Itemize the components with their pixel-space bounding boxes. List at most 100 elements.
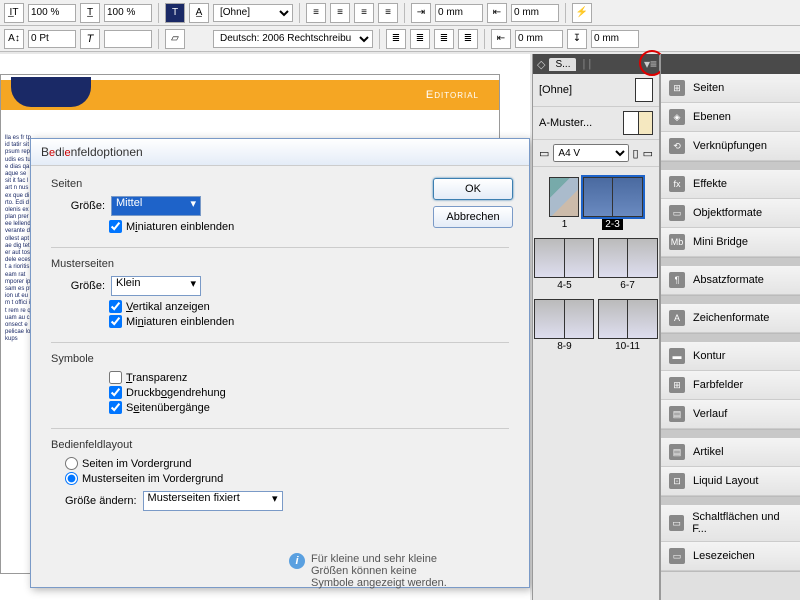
pages-size-select[interactable]: Mittel ▾: [111, 196, 201, 216]
page-size-select[interactable]: A4 V: [553, 144, 628, 162]
dock-icon: ⊡: [669, 473, 685, 489]
dock-item-schaltfl-chen-und-f-[interactable]: ▭ Schaltflächen und F...: [661, 505, 800, 542]
masters-size-select[interactable]: Klein ▾: [111, 276, 201, 296]
resize-label: Größe ändern:: [65, 495, 137, 507]
dock-item-zeichenformate[interactable]: AZeichenformate: [661, 304, 800, 333]
char-width-input[interactable]: [104, 4, 152, 22]
justify-last-right-icon[interactable]: ≣: [458, 29, 478, 49]
dock-item-verlauf[interactable]: ▤ Verlauf: [661, 400, 800, 429]
dock-item-lesezeichen[interactable]: ▭Lesezeichen: [661, 542, 800, 571]
language-select[interactable]: Deutsch: 2006 Rechtschreibu: [213, 30, 373, 48]
align-center-icon[interactable]: ≡: [330, 3, 350, 23]
dock-item-effekte[interactable]: fxEffekte: [661, 170, 800, 199]
masters-on-top-label: Musterseiten im Vordergrund: [82, 473, 223, 485]
dock-icon: ▭: [669, 515, 684, 531]
dock-icon: ¶: [669, 272, 685, 288]
align-left-icon[interactable]: ≡: [306, 3, 326, 23]
indent-firstline-icon[interactable]: ⇤: [487, 3, 507, 23]
dock-item-kontur[interactable]: ▬Kontur: [661, 342, 800, 371]
align-justify-icon[interactable]: ≡: [378, 3, 398, 23]
dock-label: Verlauf: [693, 408, 727, 420]
dock-header: [661, 54, 800, 74]
master-a-thumb[interactable]: [623, 111, 653, 135]
char-style-select[interactable]: [Ohne]: [213, 4, 293, 22]
page-size-control: ▭ A4 V ▯ ▭: [533, 140, 659, 167]
page-thumb-2-3[interactable]: 2-3: [583, 177, 643, 230]
dock-label: Ebenen: [693, 111, 731, 123]
masters-on-top-radio[interactable]: [65, 472, 78, 485]
dock-item-liquid-layout[interactable]: ⊡Liquid Layout: [661, 467, 800, 496]
transparency-label: Transparenz: [126, 372, 187, 384]
masters-thumbs-checkbox[interactable]: [109, 315, 122, 328]
pages-panel-tabs: ◇ S... | | ▾≡: [533, 54, 659, 74]
indent-right-input[interactable]: [515, 30, 563, 48]
char-style-icon[interactable]: T: [165, 3, 185, 23]
orientation-landscape-icon[interactable]: ▭: [643, 147, 653, 160]
justify-all-icon[interactable]: ≣: [386, 29, 406, 49]
page-transitions-checkbox[interactable]: [109, 401, 122, 414]
masters-thumbs-label: Miniaturen einblenden: [126, 316, 234, 328]
dock-item-absatzformate[interactable]: ¶ Absatzformate: [661, 266, 800, 295]
panel-grip-icon[interactable]: ◇: [537, 58, 545, 71]
align-right-icon[interactable]: ≡: [354, 3, 374, 23]
char-color-icon[interactable]: A̲: [189, 3, 209, 23]
char-height-icon[interactable]: I̲T: [4, 3, 24, 23]
page-thumb-1[interactable]: 1: [549, 177, 579, 230]
space-before-input[interactable]: [591, 30, 639, 48]
dock-label: Absatzformate: [693, 274, 764, 286]
dock-item-artikel[interactable]: ▤Artikel: [661, 438, 800, 467]
dock-label: Schaltflächen und F...: [692, 511, 792, 535]
justify-last-left-icon[interactable]: ≣: [410, 29, 430, 49]
pages-size-label: Größe:: [65, 200, 105, 212]
transparency-checkbox[interactable]: [109, 371, 122, 384]
master-a-row[interactable]: A-Muster...: [533, 107, 659, 140]
paragraph-toolbar: A↕ T ▱ Deutsch: 2006 Rechtschreibu ≣ ≣ ≣…: [0, 26, 800, 52]
master-none-thumb[interactable]: [635, 78, 653, 102]
page-thumb-6-7[interactable]: 6-7: [598, 238, 658, 291]
dock-label: Farbfelder: [693, 379, 743, 391]
spread-rotation-checkbox[interactable]: [109, 386, 122, 399]
char-height-input[interactable]: [28, 4, 76, 22]
space-before-icon[interactable]: ↧: [567, 29, 587, 49]
dock-item-seiten[interactable]: ⊞Seiten: [661, 74, 800, 103]
master-none-row[interactable]: [Ohne]: [533, 74, 659, 107]
cancel-button[interactable]: Abbrechen: [433, 206, 513, 228]
skew-input[interactable]: [104, 30, 152, 48]
masters-vertical-checkbox[interactable]: [109, 300, 122, 313]
dock-item-ebenen[interactable]: ◈Ebenen: [661, 103, 800, 132]
justify-last-center-icon[interactable]: ≣: [434, 29, 454, 49]
indent-right-icon[interactable]: ⇤: [491, 29, 511, 49]
page-thumb-10-11[interactable]: 10-11: [598, 299, 658, 352]
dock-icon: ▤: [669, 406, 685, 422]
master-none-label: [Ohne]: [539, 84, 572, 96]
page-thumb-8-9[interactable]: 8-9: [534, 299, 594, 352]
indent-firstline-input[interactable]: [511, 4, 559, 22]
pages-tab[interactable]: S...: [549, 58, 576, 71]
orientation-portrait-icon[interactable]: ▯: [633, 147, 639, 160]
dock-item-mini-bridge[interactable]: MbMini Bridge: [661, 228, 800, 257]
dock-label: Seiten: [693, 82, 724, 94]
char-width-icon[interactable]: T̲: [80, 3, 100, 23]
resize-select[interactable]: Musterseiten fixiert ▾: [143, 491, 283, 511]
dock-item-farbfelder[interactable]: ⊞Farbfelder: [661, 371, 800, 400]
dock-item-objektformate[interactable]: ▭Objektformate: [661, 199, 800, 228]
pages-on-top-radio[interactable]: [65, 457, 78, 470]
baseline-input[interactable]: [28, 30, 76, 48]
indent-left-icon[interactable]: ⇥: [411, 3, 431, 23]
symbols-section-title: Symbole: [51, 353, 509, 365]
page-thumb-4-5[interactable]: 4-5: [534, 238, 594, 291]
quick-apply-icon[interactable]: ⚡: [572, 3, 592, 23]
baseline-icon[interactable]: A↕: [4, 29, 24, 49]
skew-icon[interactable]: T: [80, 29, 100, 49]
dock-label: Verknüpfungen: [693, 140, 767, 152]
dock-label: Lesezeichen: [693, 550, 755, 562]
dock-label: Mini Bridge: [693, 236, 748, 248]
pages-thumbs-checkbox[interactable]: [109, 220, 122, 233]
pages-list[interactable]: 1 2-3 4-5 6-7 8-9 10-11: [533, 167, 659, 577]
page-size-icon[interactable]: ▭: [539, 147, 549, 160]
indent-left-input[interactable]: [435, 4, 483, 22]
ok-button[interactable]: OK: [433, 178, 513, 200]
dock-item-verkn-pfungen[interactable]: ⟲Verknüpfungen: [661, 132, 800, 161]
fill-icon[interactable]: ▱: [165, 29, 185, 49]
page-label: 4-5: [534, 280, 594, 291]
